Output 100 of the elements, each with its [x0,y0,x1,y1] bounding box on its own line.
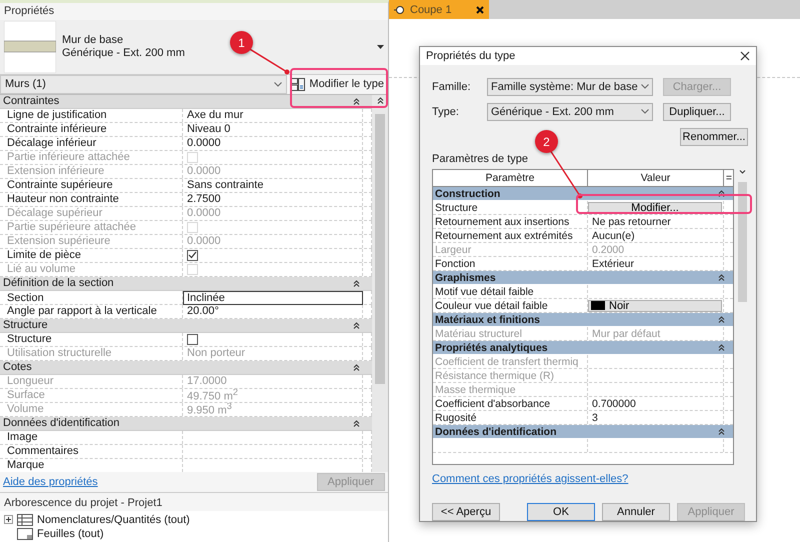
parameter-value: Aucun(e) [592,230,635,242]
family-label: Famille: [432,80,472,92]
parameter-value: Mur par défaut [592,328,660,340]
check-icon [188,251,197,260]
collapse-icon[interactable] [718,428,726,435]
collapse-icon[interactable] [718,344,726,351]
help-link[interactable]: Comment ces propriétés agissent-elles? [432,473,748,485]
collapse-icon[interactable] [353,322,360,329]
value-field[interactable]: Inclinée [183,290,363,305]
column-header[interactable]: = [724,170,734,186]
pin-icon [394,4,405,14]
property-label: Angle par rapport à la verticale [7,305,157,318]
property-label: Utilisation structurelle [7,347,112,360]
group-header[interactable]: Construction [433,187,734,201]
parameter-label: Structure [435,202,478,214]
property-label: Contrainte inférieure [7,123,107,136]
parameter-label: Coefficient d'absorbance [435,398,550,410]
column-header[interactable]: Paramètre [433,170,588,186]
expand-icon[interactable] [4,515,13,524]
property-value: 0.0000 [187,137,221,150]
parameter-value: Ne pas retourner [592,216,671,228]
dialog-button[interactable]: OK [527,503,595,521]
parameter-label: Fonction [435,258,476,270]
group-header[interactable]: Cotes [0,360,372,375]
dialog-button[interactable]: Annuler [602,503,670,521]
dropdown-icon[interactable] [377,44,384,49]
group-header[interactable]: Données d'identification [0,416,372,431]
parameter-label: Retournement aux extrémités [435,230,573,242]
collapse-icon[interactable] [718,316,726,323]
collapse-icon[interactable] [353,280,360,287]
property-label: Surface [7,389,45,402]
property-label: Extension inférieure [7,165,104,178]
property-value: 0.0000 [187,235,221,248]
checkbox[interactable] [187,334,198,345]
color-button[interactable]: Noir [588,300,722,312]
parameter-value: 3 [592,412,598,424]
collapse-icon[interactable] [353,364,360,371]
property-value: Non porteur [187,347,246,360]
collapse-icon[interactable] [353,98,360,105]
group-header[interactable]: Données d'identification [433,425,734,439]
browser-title: Arborescence du projet - Projet1 [3,496,164,511]
type-name: Générique - Ext. 200 mm [62,47,185,60]
rename-button[interactable]: Renommer... [680,128,748,146]
property-value: 0.0000 [187,165,221,178]
group-header[interactable]: Graphismes [433,271,734,285]
property-label: Image [7,431,38,444]
view-tab[interactable]: Coupe 1 [389,0,489,19]
property-value: Axe du mur [187,109,244,122]
parameter-value: 0.2000 [592,244,624,256]
tree-item[interactable]: Feuilles (tout) [37,528,104,540]
property-value: 49.750 m$^{2}$ [187,388,238,402]
filter-dropdown[interactable]: Murs (1) [0,74,288,94]
table-icon [17,514,33,526]
group-header[interactable]: Définition de la section [0,276,372,291]
property-label: Volume [7,403,44,416]
property-label: Partie supérieure attachée [7,221,136,234]
collapse-icon[interactable] [718,274,726,281]
panel-title: Propriétés [3,4,56,19]
parameter-value: Extérieur [592,258,634,270]
group-header[interactable]: Propriétés analytiques [433,341,734,355]
collapse-icon[interactable] [718,190,726,197]
property-value: 17.0000 [187,375,227,388]
property-label: Section [7,292,44,304]
property-value: 9.950 m$^{3}$ [187,402,232,416]
column-header[interactable]: Valeur [588,170,724,186]
property-label: Longueur [7,375,54,388]
property-label: Limite de pièce [7,249,81,262]
property-label: Hauteur non contrainte [7,193,119,206]
parameter-label: Résistance thermique (R) [435,370,554,382]
scrollbar[interactable] [372,94,388,472]
duplicate-button[interactable]: Dupliquer... [663,102,731,120]
property-label: Ligne de justification [7,109,107,122]
parameter-label: Largeur [435,244,472,256]
property-value: 2.7500 [187,193,221,206]
edit-type-icon [291,78,306,91]
group-header[interactable]: Matériaux et finitions [433,313,734,327]
family-dropdown[interactable]: Famille système: Mur de base [487,78,653,96]
type-dropdown[interactable]: Générique - Ext. 200 mm [487,102,653,120]
dialog-button[interactable]: << Aperçu [432,503,500,521]
close-icon[interactable] [476,6,484,14]
property-value: Sans contrainte [187,179,264,192]
type-label: Type: [432,106,460,118]
property-label: Marque [7,459,44,472]
property-value: 20.00° [187,305,219,318]
section-label: Paramètres de type [432,153,529,165]
checkbox[interactable] [187,250,198,261]
dropdown-icon[interactable] [274,82,282,87]
help-link[interactable]: Aide des propriétés [3,476,98,488]
property-label: Extension supérieure [7,235,110,248]
modify-button[interactable]: Modifier... [588,202,722,214]
tree-item[interactable]: Nomenclatures/Quantités (tout) [37,514,190,526]
property-label: Contrainte supérieure [7,179,113,192]
property-label: Partie inférieure attachée [7,151,130,164]
close-icon[interactable] [740,51,750,61]
property-label: Lié au volume [7,263,76,276]
property-label: Structure [7,333,52,346]
parameter-label: Matériau structurel [435,328,522,340]
parameter-label: Rugosité [435,412,476,424]
collapse-icon[interactable] [353,420,360,427]
group-header[interactable]: Structure [0,318,372,333]
